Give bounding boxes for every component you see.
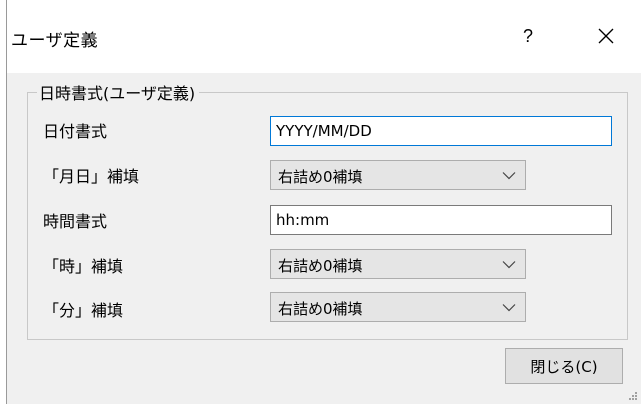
chevron-down-icon <box>502 304 516 312</box>
hour-padding-value: 右詰め0補填 <box>278 257 363 275</box>
month-day-padding-select[interactable]: 右詰め0補填 <box>270 160 526 190</box>
minute-padding-label: 「分」補填 <box>43 301 124 320</box>
hour-padding-select[interactable]: 右詰め0補填 <box>270 249 526 279</box>
minute-padding-select[interactable]: 右詰め0補填 <box>270 292 526 322</box>
month-day-padding-label: 「月日」補填 <box>43 167 140 186</box>
time-format-label: 時間書式 <box>43 212 108 231</box>
window-title: ユーザ定義 <box>11 31 99 51</box>
date-format-label: 日付書式 <box>43 122 108 141</box>
help-button[interactable]: ? <box>505 14 551 58</box>
time-format-input[interactable] <box>270 205 612 235</box>
close-window-button[interactable] <box>581 14 631 58</box>
title-bar[interactable]: ユーザ定義 ? <box>7 0 641 73</box>
close-icon <box>598 28 614 44</box>
dialog-window: ユーザ定義 ? 日時書式(ユーザ定義) 日付書式 「月日」補填 右詰め0補填 時… <box>6 0 641 404</box>
hour-padding-label: 「時」補填 <box>43 257 124 276</box>
resize-grip-icon[interactable] <box>628 391 638 401</box>
chevron-down-icon <box>502 261 516 269</box>
minute-padding-value: 右詰め0補填 <box>278 300 363 318</box>
date-format-input[interactable] <box>270 116 612 146</box>
close-button[interactable]: 閉じる(C) <box>505 348 623 384</box>
month-day-padding-value: 右詰め0補填 <box>278 168 363 186</box>
chevron-down-icon <box>502 172 516 180</box>
group-label: 日時書式(ユーザ定義) <box>37 80 200 104</box>
